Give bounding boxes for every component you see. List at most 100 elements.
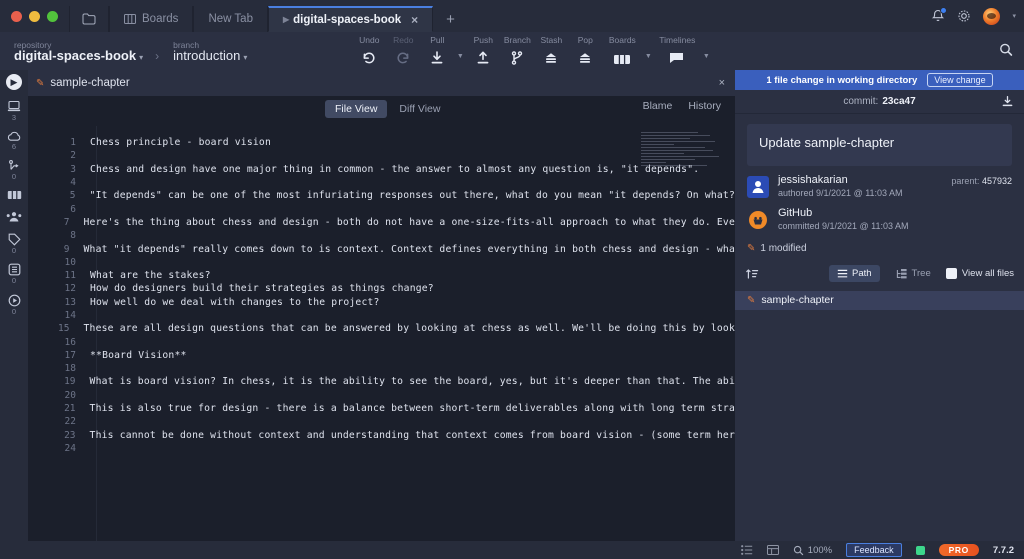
parent-hash[interactable]: 457932: [982, 176, 1012, 186]
repo-branch-group: repository digital-spaces-book ▾ › branch…: [0, 36, 247, 65]
chevron-down-icon[interactable]: ▾: [243, 53, 247, 62]
timelines-button[interactable]: Timelines: [654, 32, 700, 70]
gear-icon[interactable]: [957, 9, 971, 23]
rail-item-timelines[interactable]: 0: [0, 294, 28, 316]
title-bar: Boards New Tab ▶ digital-spaces-book × +…: [0, 0, 1024, 32]
line-number: 21: [64, 403, 76, 415]
tab-new-tab[interactable]: New Tab: [193, 6, 268, 32]
rail-count: 0: [11, 245, 17, 255]
blame-link[interactable]: Blame: [643, 100, 673, 112]
rail-item-boards[interactable]: [0, 190, 28, 202]
search-icon[interactable]: [998, 42, 1014, 58]
line-text: What are the stakes?: [90, 270, 211, 282]
editor-file-tab[interactable]: ✎ sample-chapter: [36, 77, 130, 89]
author-row: jessishakarian authored 9/1/2021 @ 11:03…: [735, 166, 1024, 199]
segment-path[interactable]: Path: [829, 265, 880, 283]
expand-panel-icon[interactable]: ▶: [6, 74, 22, 90]
path-icon: [837, 269, 848, 279]
timelines-dropdown-caret[interactable]: ▼: [700, 53, 712, 70]
tab-diff-view[interactable]: Diff View: [389, 100, 450, 118]
feedback-button[interactable]: Feedback: [846, 543, 902, 557]
tab-digital-spaces-book[interactable]: ▶ digital-spaces-book ×: [267, 6, 434, 32]
pull-icon: [429, 50, 445, 66]
pull-dropdown-caret[interactable]: ▼: [454, 53, 466, 70]
rail-item-stashes[interactable]: 0: [0, 263, 28, 285]
checkbox-icon[interactable]: [945, 268, 957, 280]
code-line: 2: [28, 149, 735, 162]
tab-file-view[interactable]: File View: [325, 100, 388, 118]
sort-icon[interactable]: [745, 267, 759, 281]
undo-icon: [361, 50, 377, 66]
title-bar-actions: ▾: [931, 0, 1016, 32]
main-toolbar: repository digital-spaces-book ▾ › branch…: [0, 32, 1024, 70]
boards-icon: [613, 52, 631, 66]
push-button[interactable]: Push: [466, 32, 500, 70]
parent-label: parent:: [951, 176, 980, 186]
line-number: 16: [64, 336, 76, 348]
line-text: What is board vision? In chess, it is th…: [89, 376, 735, 388]
boards-button[interactable]: Boards: [602, 32, 642, 70]
undo-button[interactable]: Undo: [352, 32, 386, 70]
branch-selector[interactable]: branch introduction ▾: [171, 36, 247, 65]
author-name: jessishakarian: [778, 174, 848, 186]
status-indicator-icon: [915, 545, 925, 555]
download-icon[interactable]: [1001, 95, 1014, 108]
line-number: 10: [64, 256, 76, 268]
list-view-icon[interactable]: [740, 545, 753, 555]
zoom-control[interactable]: 100%: [793, 545, 832, 556]
pull-button[interactable]: Pull: [420, 32, 454, 70]
pro-badge[interactable]: PRO: [938, 544, 979, 556]
repository-selector[interactable]: repository digital-spaces-book ▾: [14, 36, 143, 65]
code-line: 7 Here's the thing about chess and design…: [28, 216, 735, 229]
boards-dropdown-caret[interactable]: ▼: [642, 53, 654, 70]
view-all-files-toggle[interactable]: View all files: [945, 268, 1014, 280]
chevron-right-icon: ▶: [282, 15, 290, 24]
segment-tree[interactable]: Tree: [888, 265, 939, 282]
close-window-button[interactable]: [11, 11, 22, 22]
code-area[interactable]: 1 Chess principle - board vision 2 3 Chess a…: [28, 126, 735, 559]
chevron-down-icon[interactable]: ▾: [1012, 12, 1016, 20]
minimize-window-button[interactable]: [29, 11, 40, 22]
pull-label: Pull: [430, 34, 445, 45]
code-line: 18: [28, 362, 735, 375]
code-line: 17 **Board Vision**: [28, 349, 735, 362]
committer-meta: committed 9/1/2021 @ 11:03 AM: [778, 221, 909, 232]
editor-view-links: Blame History: [643, 100, 721, 112]
version-label: 7.7.2: [992, 544, 1014, 556]
stash-button[interactable]: Stash: [534, 32, 568, 70]
tab-digital-spaces-book-label: digital-spaces-book: [293, 13, 402, 26]
view-change-button[interactable]: View change: [927, 73, 993, 87]
history-link[interactable]: History: [688, 100, 721, 112]
user-avatar[interactable]: [983, 7, 1001, 25]
grid-view-icon[interactable]: [766, 545, 779, 555]
tab-boards[interactable]: Boards: [109, 6, 194, 32]
branch-button[interactable]: Branch: [500, 32, 534, 70]
working-directory-banner[interactable]: 1 file change in working directory View …: [735, 70, 1024, 90]
code-line: 3 Chess and design have one major thing i…: [28, 163, 735, 176]
view-all-files-label: View all files: [961, 268, 1014, 280]
pop-button[interactable]: Pop: [568, 32, 602, 70]
close-icon[interactable]: ×: [719, 77, 725, 89]
window-tab-strip: Boards New Tab ▶ digital-spaces-book × +: [69, 0, 468, 32]
repository-name: digital-spaces-book: [14, 48, 137, 63]
rail-item-team[interactable]: [0, 211, 28, 224]
chevron-down-icon[interactable]: ▾: [139, 53, 143, 62]
github-avatar: [747, 209, 769, 232]
branch-name: introduction: [173, 48, 241, 63]
bell-icon[interactable]: [931, 7, 948, 23]
rail-item-remote-repos[interactable]: 6: [0, 131, 28, 151]
new-tab-button[interactable]: +: [433, 6, 468, 32]
line-number: 11: [64, 270, 76, 282]
rail-item-local-repos[interactable]: 3: [0, 100, 28, 122]
segment-tree-label: Tree: [911, 268, 931, 280]
changed-file-name: sample-chapter: [761, 294, 834, 307]
maximize-window-button[interactable]: [47, 11, 58, 22]
rail-item-tags[interactable]: 0: [0, 233, 28, 255]
redo-button[interactable]: Redo: [386, 32, 420, 70]
close-icon[interactable]: ×: [411, 13, 418, 27]
rail-item-pull-requests[interactable]: 0: [0, 159, 28, 181]
line-number: 2: [70, 150, 76, 162]
changed-file-row[interactable]: ✎ sample-chapter: [735, 290, 1024, 310]
line-text: This is also true for design - there is …: [89, 403, 735, 415]
tab-folder[interactable]: [69, 6, 109, 32]
